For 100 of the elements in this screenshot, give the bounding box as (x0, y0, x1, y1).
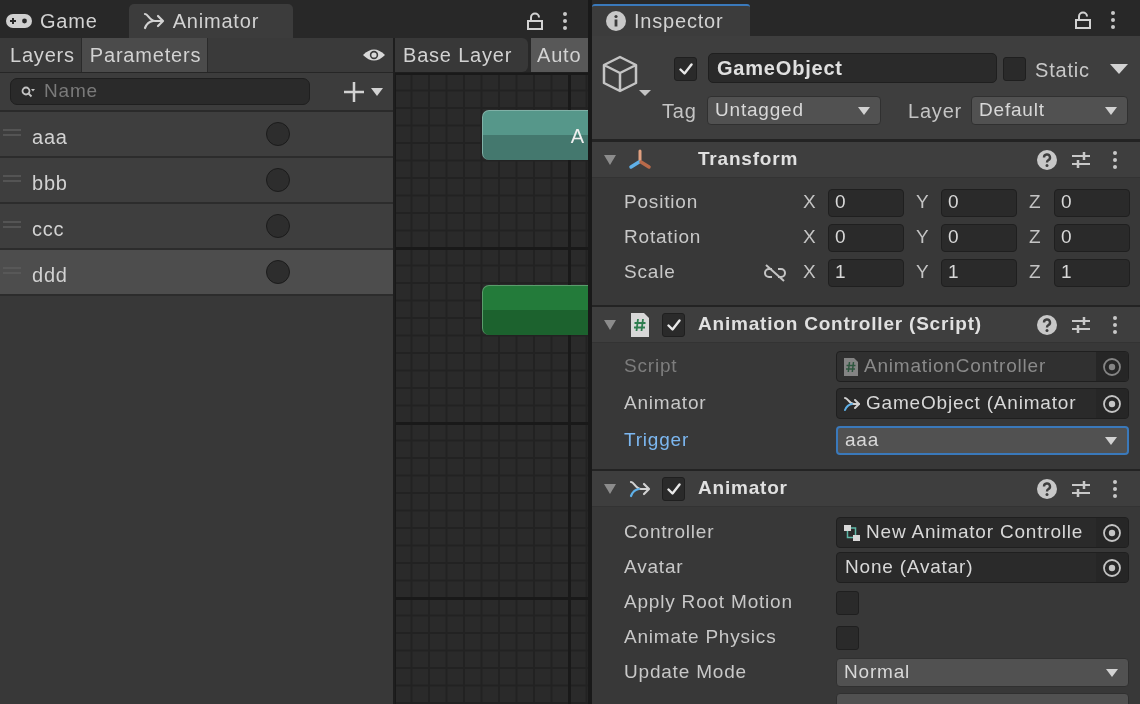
axis-label: Z (1028, 190, 1043, 215)
number-field[interactable]: 1 (1054, 258, 1130, 287)
property-label: Position (624, 190, 699, 215)
info-icon (606, 11, 626, 31)
tab[interactable]: Animator (128, 4, 294, 38)
number-field[interactable]: 0 (941, 223, 1017, 252)
number-field[interactable]: 0 (828, 223, 904, 252)
axis-label: Y (915, 225, 931, 250)
property-label: Animate Physics (624, 625, 778, 650)
parameter-row[interactable]: bbb (0, 158, 393, 204)
parameter-row[interactable]: ddd (0, 250, 393, 296)
check-icon (678, 63, 693, 75)
eye-icon[interactable] (362, 48, 386, 62)
more-options-icon[interactable] (1113, 315, 1117, 334)
parameter-row[interactable]: ccc (0, 204, 393, 250)
trigger-toggle[interactable] (266, 214, 290, 238)
caret-icon (1105, 106, 1117, 115)
state-node[interactable] (482, 285, 588, 335)
axis-label: Y (915, 260, 931, 285)
dropdown[interactable]: Normal (836, 658, 1129, 687)
checkbox[interactable] (836, 625, 859, 650)
checkbox[interactable] (836, 590, 859, 615)
fold-down-icon[interactable] (604, 153, 616, 166)
tag-dropdown[interactable]: Untagged (707, 96, 881, 125)
animator-icon (629, 479, 651, 498)
property-label: Rotation (624, 225, 703, 250)
checkbox[interactable] (674, 57, 697, 81)
more-options-icon[interactable] (563, 12, 567, 30)
component-title: Animation Controller (Script) (698, 312, 982, 337)
fold-down-icon[interactable] (604, 318, 616, 331)
number-field[interactable]: 0 (941, 188, 1017, 217)
help-icon[interactable] (1037, 149, 1057, 170)
trigger-toggle[interactable] (266, 260, 290, 284)
target-icon[interactable] (1102, 522, 1122, 543)
dropdown[interactable]: aaa (836, 426, 1129, 455)
state-node[interactable]: A (482, 110, 588, 160)
controller-icon (843, 523, 861, 542)
target-icon[interactable] (1102, 393, 1122, 414)
number-field[interactable]: 0 (1054, 188, 1130, 217)
parameter-name: aaa (32, 125, 69, 149)
property-label: Apply Root Motion (624, 590, 794, 615)
breadcrumb-button[interactable]: Base Layer (395, 38, 528, 72)
checkbox[interactable] (662, 476, 685, 501)
axis-label: X (802, 225, 818, 250)
tag-label: Tag (662, 98, 698, 124)
property-label: Scale (624, 260, 677, 285)
static-label: Static (1035, 58, 1090, 83)
axis-label: Z (1028, 225, 1043, 250)
target-icon[interactable] (1102, 557, 1122, 578)
search-icon (21, 85, 35, 98)
lock-icon[interactable] (527, 12, 543, 30)
fold-down-icon[interactable] (604, 482, 616, 495)
check-icon (666, 482, 681, 495)
checkbox[interactable] (662, 312, 685, 337)
component-title: Animator (698, 476, 788, 501)
auto-button[interactable]: Auto (531, 38, 588, 72)
number-field[interactable]: 1 (828, 258, 904, 287)
object-name-field[interactable]: GameObject (708, 53, 997, 83)
sliders-icon[interactable] (1071, 149, 1091, 170)
sliders-icon[interactable] (1071, 478, 1091, 499)
property-label: Animator (624, 391, 708, 416)
node-label: A (570, 123, 585, 148)
caret-icon[interactable] (1110, 64, 1128, 74)
object-field[interactable]: New Animator Controlle (836, 517, 1129, 548)
property-label: Controller (624, 520, 716, 545)
property-label: Script (624, 354, 679, 379)
parameter-row[interactable]: aaa (0, 112, 393, 158)
lock-icon[interactable] (1075, 11, 1091, 29)
object-field[interactable]: None (Avatar) (836, 552, 1129, 583)
number-field[interactable]: 1 (941, 258, 1017, 287)
trigger-toggle[interactable] (266, 168, 290, 192)
object-field[interactable]: GameObject (Animator (836, 388, 1129, 419)
layer-dropdown[interactable]: Default (971, 96, 1128, 125)
more-options-icon[interactable] (1113, 150, 1117, 169)
layer-label: Layer (908, 98, 964, 124)
tab[interactable]: Inspector (592, 4, 750, 36)
cube-icon[interactable] (602, 55, 652, 97)
trigger-toggle[interactable] (266, 122, 290, 146)
caret-icon (1105, 436, 1117, 445)
number-field[interactable]: 0 (828, 188, 904, 217)
more-options-icon[interactable] (1113, 479, 1117, 498)
plus-icon[interactable] (343, 80, 365, 103)
number-field[interactable]: 0 (1054, 223, 1130, 252)
gamepad-icon (6, 14, 32, 28)
script-file-icon (843, 356, 859, 377)
more-options-icon[interactable] (1111, 11, 1115, 29)
help-icon[interactable] (1037, 314, 1057, 335)
property-label: Avatar (624, 555, 685, 580)
help-icon[interactable] (1037, 478, 1057, 499)
caret-icon[interactable] (371, 87, 383, 96)
panel-tab[interactable]: Parameters (81, 38, 209, 72)
property-label: Trigger (624, 428, 691, 453)
unlink-icon[interactable] (763, 262, 787, 283)
caret-icon (1106, 668, 1118, 677)
script-file-icon (630, 311, 650, 338)
checkbox[interactable] (1003, 57, 1026, 81)
sliders-icon[interactable] (1071, 314, 1091, 335)
axis-label: X (802, 260, 818, 285)
property-label: Update Mode (624, 660, 748, 685)
axis-label: X (802, 190, 818, 215)
